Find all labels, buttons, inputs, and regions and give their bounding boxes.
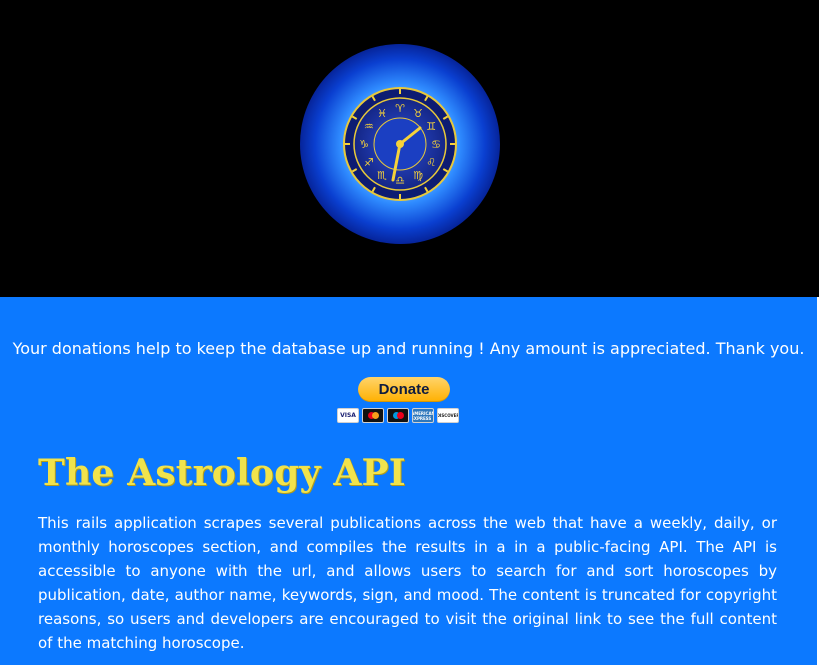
zodiac-glyph: ♌ [426, 156, 436, 169]
zodiac-glyph: ♎ [395, 174, 405, 187]
zodiac-glyph: ♐ [364, 156, 374, 169]
visa-card-icon: VISA [337, 408, 359, 423]
mastercard-icon [362, 408, 384, 423]
zodiac-glyph: ♉ [413, 107, 423, 120]
zodiac-glyph: ♓ [377, 107, 387, 120]
zodiac-clock-icon: ♈ ♉♊ ♋ ♌♍ ♎ ♏♐ ♑ ♒♓ [300, 44, 500, 244]
hero-banner: ♈ ♉ ♊ ♋ ♌ ♍ ♎ ♏ ♐ ♑ ♒ ♓ [0, 0, 819, 297]
page: ♈ ♉ ♊ ♋ ♌ ♍ ♎ ♏ ♐ ♑ ♒ ♓ Your donations help to keep… [0, 0, 819, 665]
discover-card-icon: DISCOVER [437, 408, 459, 423]
zodiac-glyph: ♒ [364, 120, 374, 133]
content-section: Your donations help to keep the database… [0, 297, 817, 665]
zodiac-glyph: ♍ [413, 169, 423, 182]
zodiac-glyph: ♏ [377, 169, 387, 182]
zodiac-glyph: ♋ [431, 138, 441, 151]
maestro-card-icon [387, 408, 409, 423]
zodiac-glyph: ♑ [359, 138, 369, 151]
amex-card-icon: AMERICAN EXPRESS [412, 408, 434, 423]
page-title: The Astrology API [38, 452, 406, 494]
donation-message: Your donations help to keep the database… [12, 339, 805, 358]
payment-cards: VISA AMERICAN EXPRESS DISCOVER [337, 408, 459, 424]
app-description: This rails application scrapes several p… [38, 514, 777, 652]
donate-button[interactable]: Donate [358, 377, 450, 402]
zodiac-glyph: ♈ [395, 102, 405, 115]
zodiac-glyph: ♊ [426, 120, 436, 133]
